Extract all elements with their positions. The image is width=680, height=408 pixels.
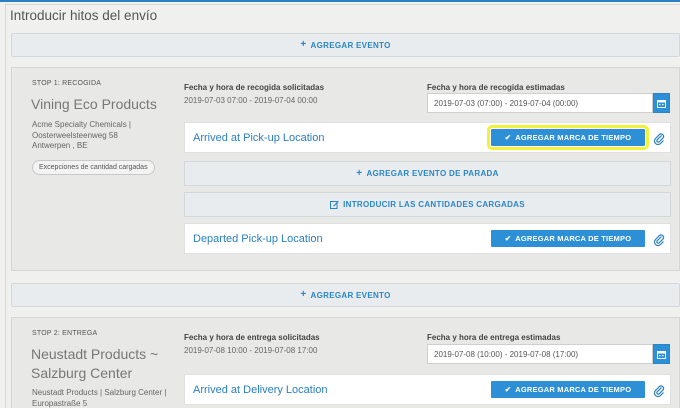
stop-address: Acme Specialty Chemicals | Oosterweelste… <box>32 120 131 152</box>
estimated-date-label: Fecha y hora de entrega estimadas <box>427 333 561 342</box>
page-title: Introducir hitos del envío <box>10 8 158 23</box>
estimated-date-input[interactable]: 2019-07-08 (10:00) - 2019-07-08 (17:00) <box>427 344 653 364</box>
top-accent-line <box>0 0 680 2</box>
stop-label: STOP 1: RECOGIDA <box>32 80 102 87</box>
plus-icon: + <box>300 39 307 50</box>
plus-icon: + <box>300 289 307 300</box>
requested-date-label: Fecha y hora de recogida solicitadas <box>184 83 325 92</box>
event-row-arrived-delivery: Arrived at Delivery Location ✔ AGREGAR M… <box>184 374 671 405</box>
add-event-label: AGREGAR EVENTO <box>310 40 391 50</box>
requested-date-label: Fecha y hora de entrega solicitadas <box>184 333 320 342</box>
check-icon: ✔ <box>504 385 512 394</box>
paperclip-icon[interactable] <box>653 132 665 145</box>
add-timestamp-button[interactable]: ✔ AGREGAR MARCA DE TIEMPO <box>491 230 645 247</box>
calendar-icon <box>657 350 666 359</box>
address-line: Neustadt Products | Salzburg Center | <box>32 388 167 397</box>
event-name[interactable]: Arrived at Delivery Location <box>193 384 328 396</box>
requested-date-value: 2019-07-03 07:00 - 2019-07-04 00:00 <box>184 96 318 105</box>
address-line: Europastraße 5 <box>32 398 88 408</box>
stop-card-1: STOP 1: RECOGIDA Vining Eco Products Acm… <box>11 67 680 271</box>
requested-date-value: 2019-07-08 10:00 - 2019-07-08 17:00 <box>184 346 318 355</box>
add-stop-event-label: AGREGAR EVENTO DE PARADA <box>366 169 499 178</box>
stop-address: Neustadt Products | Salzburg Center | Eu… <box>32 388 166 408</box>
add-timestamp-label: AGREGAR MARCA DE TIEMPO <box>515 133 632 142</box>
estimated-date-input[interactable]: 2019-07-03 (07:00) - 2019-07-04 (00:00) <box>427 93 653 113</box>
address-line: Antwerpen , BE <box>32 141 88 150</box>
add-timestamp-button[interactable]: ✔ AGREGAR MARCA DE TIEMPO <box>491 381 645 398</box>
paperclip-icon[interactable] <box>653 384 665 397</box>
event-row-departed-pickup: Departed Pick-up Location ✔ AGREGAR MARC… <box>184 223 671 254</box>
add-stop-event-button[interactable]: + AGREGAR EVENTO DE PARADA <box>184 161 671 186</box>
add-event-button[interactable]: + AGREGAR EVENTO <box>11 283 680 307</box>
add-event-label: AGREGAR EVENTO <box>310 290 391 300</box>
paperclip-icon[interactable] <box>653 233 665 246</box>
event-name[interactable]: Departed Pick-up Location <box>193 233 323 245</box>
stop-card-2: STOP 2: ENTREGA Neustadt Products ~ Salz… <box>11 317 680 408</box>
calendar-icon <box>657 99 666 108</box>
check-icon: ✔ <box>504 234 512 243</box>
edit-icon <box>330 201 339 209</box>
add-timestamp-button[interactable]: ✔ AGREGAR MARCA DE TIEMPO <box>487 125 649 150</box>
enter-quantities-label: INTRODUCIR LAS CANTIDADES CARGADAS <box>343 200 525 209</box>
calendar-button[interactable] <box>653 344 670 364</box>
add-timestamp-label: AGREGAR MARCA DE TIEMPO <box>515 234 632 243</box>
stop-label: STOP 2: ENTREGA <box>32 330 98 337</box>
check-icon: ✔ <box>504 133 512 142</box>
enter-loaded-quantities-button[interactable]: INTRODUCIR LAS CANTIDADES CARGADAS <box>184 192 671 217</box>
calendar-button[interactable] <box>653 93 670 113</box>
add-timestamp-label: AGREGAR MARCA DE TIEMPO <box>515 385 632 394</box>
add-event-button[interactable]: + AGREGAR EVENTO <box>11 33 680 57</box>
address-line: Acme Specialty Chemicals | <box>32 120 131 129</box>
event-row-arrived-pickup: Arrived at Pick-up Location ✔ AGREGAR MA… <box>184 122 671 153</box>
plus-icon: + <box>356 167 363 179</box>
stop-name: Neustadt Products ~ Salzburg Center <box>31 346 159 381</box>
address-line: Oosterweelsteenweg 58 <box>32 130 118 140</box>
event-name[interactable]: Arrived at Pick-up Location <box>193 132 324 144</box>
loaded-quantity-exceptions-button[interactable]: Excepciones de cantidad cargadas <box>32 160 155 175</box>
stop-name: Vining Eco Products <box>31 96 157 112</box>
estimated-date-label: Fecha y hora de recogida estimadas <box>427 83 565 92</box>
